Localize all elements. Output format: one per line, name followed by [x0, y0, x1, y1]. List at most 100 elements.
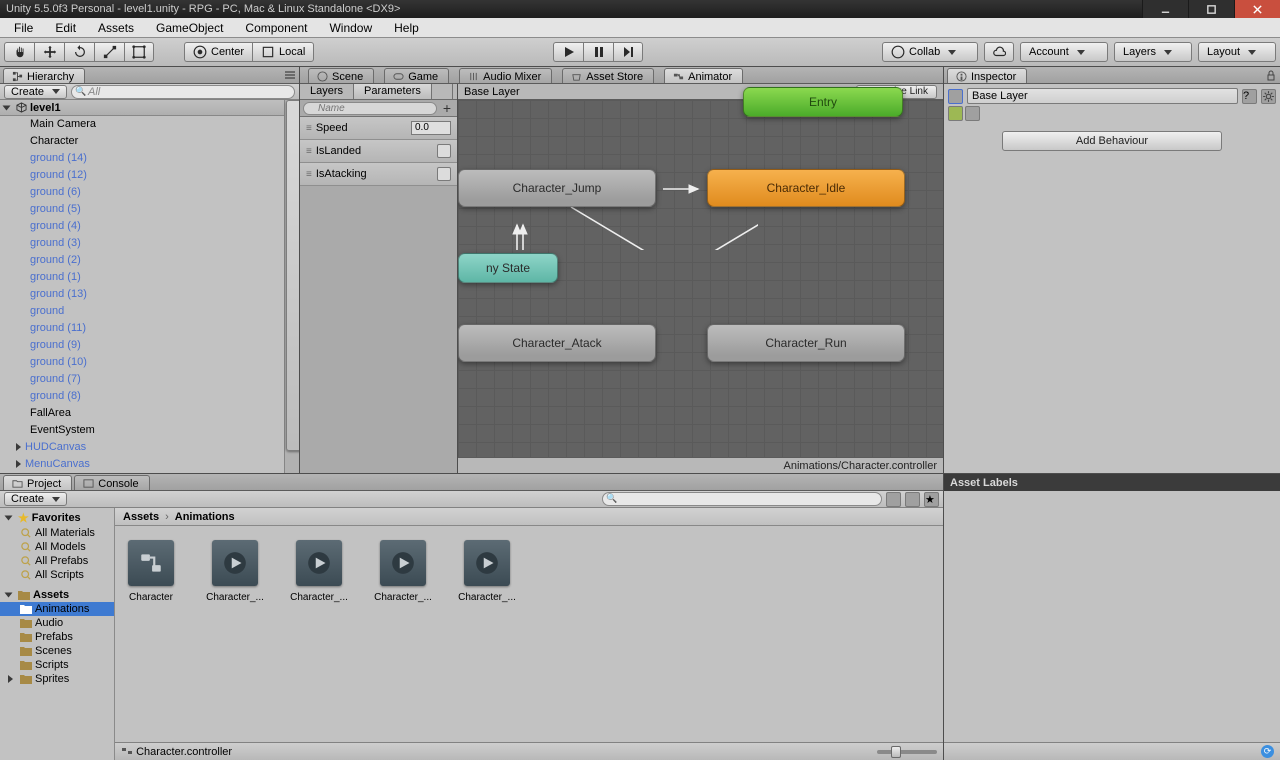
filter-by-label-icon[interactable]: [905, 492, 920, 507]
scale-tool[interactable]: [94, 42, 124, 62]
hierarchy-item[interactable]: ground (1): [0, 269, 299, 286]
menu-component[interactable]: Component: [237, 19, 315, 37]
asset-item[interactable]: Character: [123, 540, 179, 603]
animator-params-tab[interactable]: Parameters: [354, 84, 432, 99]
tab-audiomixer[interactable]: Audio Mixer: [459, 68, 552, 83]
hierarchy-item[interactable]: ground (4): [0, 218, 299, 235]
layer-mask-icon[interactable]: [965, 106, 980, 121]
favorite-item[interactable]: All Scripts: [0, 568, 114, 582]
cloud-button[interactable]: [984, 42, 1014, 62]
menu-edit[interactable]: Edit: [47, 19, 84, 37]
hierarchy-item[interactable]: ground (9): [0, 337, 299, 354]
param-checkbox[interactable]: [437, 144, 451, 158]
favorite-item[interactable]: All Materials: [0, 526, 114, 540]
hierarchy-item[interactable]: ground (8): [0, 388, 299, 405]
hand-tool[interactable]: [4, 42, 34, 62]
ik-pass-icon[interactable]: [948, 106, 963, 121]
favorite-item[interactable]: All Prefabs: [0, 554, 114, 568]
hierarchy-item[interactable]: ground (5): [0, 201, 299, 218]
favorites-header[interactable]: ★Favorites: [0, 510, 114, 526]
minimize-button[interactable]: [1142, 0, 1188, 18]
node-anystate[interactable]: ny State: [458, 253, 558, 283]
collab-dropdown[interactable]: Collab: [882, 42, 978, 62]
pivot-toggle[interactable]: Center: [184, 42, 252, 62]
move-tool[interactable]: [34, 42, 64, 62]
param-value[interactable]: 0.0: [411, 121, 451, 135]
tab-project[interactable]: Project: [3, 475, 72, 490]
asset-item[interactable]: Character_...: [375, 540, 431, 603]
account-dropdown[interactable]: Account: [1020, 42, 1108, 62]
filter-by-type-icon[interactable]: [886, 492, 901, 507]
assetbundle-icon[interactable]: ⟳: [1261, 745, 1274, 758]
hierarchy-search[interactable]: All: [71, 85, 295, 99]
hierarchy-item[interactable]: ground: [0, 303, 299, 320]
hierarchy-item[interactable]: FallArea: [0, 405, 299, 422]
drag-handle-icon[interactable]: ≡: [306, 123, 310, 134]
close-button[interactable]: [1234, 0, 1280, 18]
node-run[interactable]: Character_Run: [707, 324, 905, 362]
hierarchy-item[interactable]: ground (10): [0, 354, 299, 371]
folder-item[interactable]: Sprites: [0, 672, 114, 686]
animator-layers-tab[interactable]: Layers: [300, 84, 354, 99]
tab-console[interactable]: Console: [74, 475, 149, 490]
param-checkbox[interactable]: [437, 167, 451, 181]
folder-item[interactable]: Audio: [0, 616, 114, 630]
hierarchy-item[interactable]: Character: [0, 133, 299, 150]
project-breadcrumb[interactable]: Assets › Animations: [115, 508, 943, 526]
favorite-item[interactable]: All Models: [0, 540, 114, 554]
assets-header[interactable]: Assets: [0, 588, 114, 602]
tab-inspector[interactable]: Inspector: [947, 68, 1027, 83]
node-idle[interactable]: Character_Idle: [707, 169, 905, 207]
menu-gameobject[interactable]: GameObject: [148, 19, 231, 37]
node-entry[interactable]: Entry: [743, 87, 903, 117]
asset-item[interactable]: Character_...: [207, 540, 263, 603]
project-search[interactable]: [602, 492, 882, 506]
rect-tool[interactable]: [124, 42, 154, 62]
node-attack[interactable]: Character_Atack: [458, 324, 656, 362]
thumbnail-size-slider[interactable]: [877, 750, 937, 754]
asset-grid[interactable]: Character Character_... Character_... Chara…: [115, 526, 943, 742]
hierarchy-item[interactable]: ground (7): [0, 371, 299, 388]
hierarchy-item[interactable]: ground (13): [0, 286, 299, 303]
drag-handle-icon[interactable]: ≡: [306, 169, 310, 180]
layer-name-field[interactable]: Base Layer: [967, 88, 1238, 104]
help-icon[interactable]: ?: [1242, 89, 1257, 104]
hierarchy-item[interactable]: ground (12): [0, 167, 299, 184]
project-tree[interactable]: ★Favorites All MaterialsAll ModelsAll Pr…: [0, 508, 115, 760]
drag-handle-icon[interactable]: ≡: [306, 146, 310, 157]
hierarchy-item[interactable]: ground (6): [0, 184, 299, 201]
tab-animator[interactable]: Animator: [664, 68, 743, 83]
param-row[interactable]: ≡Speed0.0: [300, 117, 457, 140]
add-param-button[interactable]: +: [440, 101, 454, 115]
hierarchy-item[interactable]: HUDCanvas: [0, 439, 299, 456]
hierarchy-item[interactable]: ground (11): [0, 320, 299, 337]
tab-assetstore[interactable]: Asset Store: [562, 68, 654, 83]
hierarchy-item[interactable]: MenuCanvas: [0, 456, 299, 473]
hierarchy-item[interactable]: EventSystem: [0, 422, 299, 439]
param-search-input[interactable]: [303, 102, 437, 115]
hierarchy-scrollbar[interactable]: [284, 100, 299, 473]
menu-file[interactable]: File: [6, 19, 41, 37]
add-behaviour-button[interactable]: Add Behaviour: [1002, 131, 1222, 151]
maximize-button[interactable]: [1188, 0, 1234, 18]
layers-dropdown[interactable]: Layers: [1114, 42, 1192, 62]
tab-game[interactable]: Game: [384, 68, 449, 83]
folder-item[interactable]: Scenes: [0, 644, 114, 658]
asset-item[interactable]: Character_...: [291, 540, 347, 603]
panel-menu-icon[interactable]: [284, 69, 296, 81]
breadcrumb-baselayer[interactable]: Base Layer: [464, 86, 520, 98]
folder-item[interactable]: Scripts: [0, 658, 114, 672]
lock-icon[interactable]: [1265, 69, 1277, 81]
save-search-icon[interactable]: ★: [924, 492, 939, 507]
hierarchy-item[interactable]: ground (3): [0, 235, 299, 252]
hierarchy-item[interactable]: ground (14): [0, 150, 299, 167]
space-toggle[interactable]: Local: [252, 42, 314, 62]
folder-item[interactable]: Prefabs: [0, 630, 114, 644]
hierarchy-create[interactable]: Create: [4, 85, 67, 99]
folder-item[interactable]: Animations: [0, 602, 114, 616]
animator-eye-icon[interactable]: [432, 84, 453, 99]
play-button[interactable]: [553, 42, 583, 62]
menu-help[interactable]: Help: [386, 19, 427, 37]
param-row[interactable]: ≡IsLanded: [300, 140, 457, 163]
scene-header[interactable]: level1: [0, 100, 299, 116]
